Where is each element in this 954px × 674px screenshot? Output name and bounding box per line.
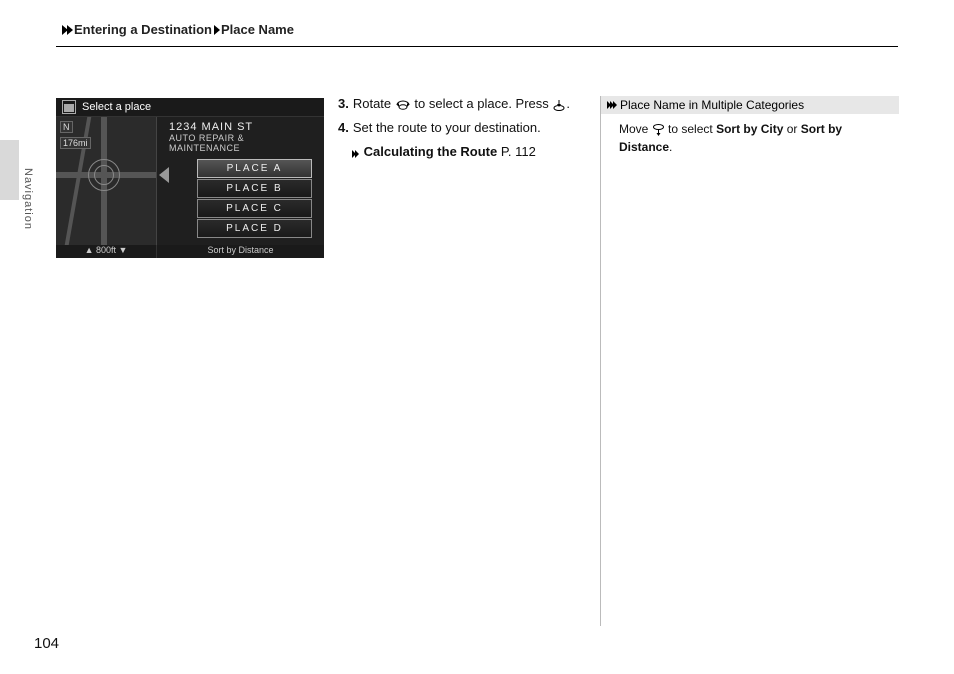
nav-scale: ▲ 800ft ▼: [56, 245, 157, 258]
step-3: 3. Rotate to select a place. Press: [338, 94, 573, 114]
sidebar-arrow-icon: [607, 101, 616, 109]
sidebar-title-row: Place Name in Multiple Categories: [601, 96, 899, 114]
header-rule: [56, 46, 898, 47]
step-4: 4. Set the route to your destination.: [338, 118, 573, 138]
step-text: Rotate to select a place. Press: [353, 94, 573, 114]
breadcrumb-arrow-icon: [214, 25, 219, 35]
move-knob-down-icon: [652, 123, 665, 137]
nav-distance: 176mi: [60, 137, 91, 149]
step-number: 4.: [338, 118, 349, 138]
step-4-reference: Calculating the Route P. 112: [352, 142, 573, 162]
breadcrumb-arrows-icon: [62, 25, 72, 35]
nav-map: N 176mi: [56, 117, 157, 245]
breadcrumb-section: Entering a Destination: [74, 22, 212, 37]
rotate-knob-icon: [395, 98, 411, 112]
left-arrow-icon: [159, 167, 169, 183]
nav-place-list: PLACE A PLACE B PLACE C PLACE D: [197, 159, 312, 238]
step-number: 3.: [338, 94, 349, 114]
info-sidebar: Place Name in Multiple Categories Move t…: [600, 96, 899, 626]
nav-sort-label: Sort by Distance: [157, 245, 324, 258]
reference-page: P. 112: [497, 144, 536, 159]
page-number: 104: [34, 635, 59, 652]
press-knob-icon: [552, 98, 566, 112]
manual-page: Entering a Destination Place Name Naviga…: [0, 0, 954, 674]
list-item: PLACE B: [197, 179, 312, 198]
instruction-steps: 3. Rotate to select a place. Press: [338, 94, 573, 162]
step-text: Set the route to your destination.: [353, 118, 573, 138]
sidebar-title: Place Name in Multiple Categories: [620, 98, 804, 112]
list-item: PLACE D: [197, 219, 312, 238]
sidebar-body: Move to select Sort by City or Sort by D…: [601, 114, 899, 156]
side-section-label: Navigation: [22, 168, 34, 230]
north-up-icon: N: [60, 121, 73, 133]
nav-title-bar: Select a place: [56, 98, 324, 117]
nav-screenshot: Select a place N 176mi 1234 MAIN ST AUTO…: [56, 98, 324, 258]
nav-title: Select a place: [82, 101, 151, 113]
nav-list-panel: 1234 MAIN ST AUTO REPAIR & MAINTENANCE P…: [157, 117, 324, 245]
list-item: PLACE A: [197, 159, 312, 178]
breadcrumb: Entering a Destination Place Name: [62, 22, 294, 37]
side-tab: [0, 140, 19, 200]
list-item: PLACE C: [197, 199, 312, 218]
home-icon: [62, 100, 76, 114]
breadcrumb-subsection: Place Name: [221, 22, 294, 37]
nav-address-line2: AUTO REPAIR & MAINTENANCE: [169, 133, 318, 153]
sort-by-city-label: Sort by City: [716, 122, 783, 136]
reference-arrow-icon: [352, 150, 358, 158]
nav-address-line1: 1234 MAIN ST: [169, 121, 318, 133]
reference-title: Calculating the Route: [364, 144, 498, 159]
